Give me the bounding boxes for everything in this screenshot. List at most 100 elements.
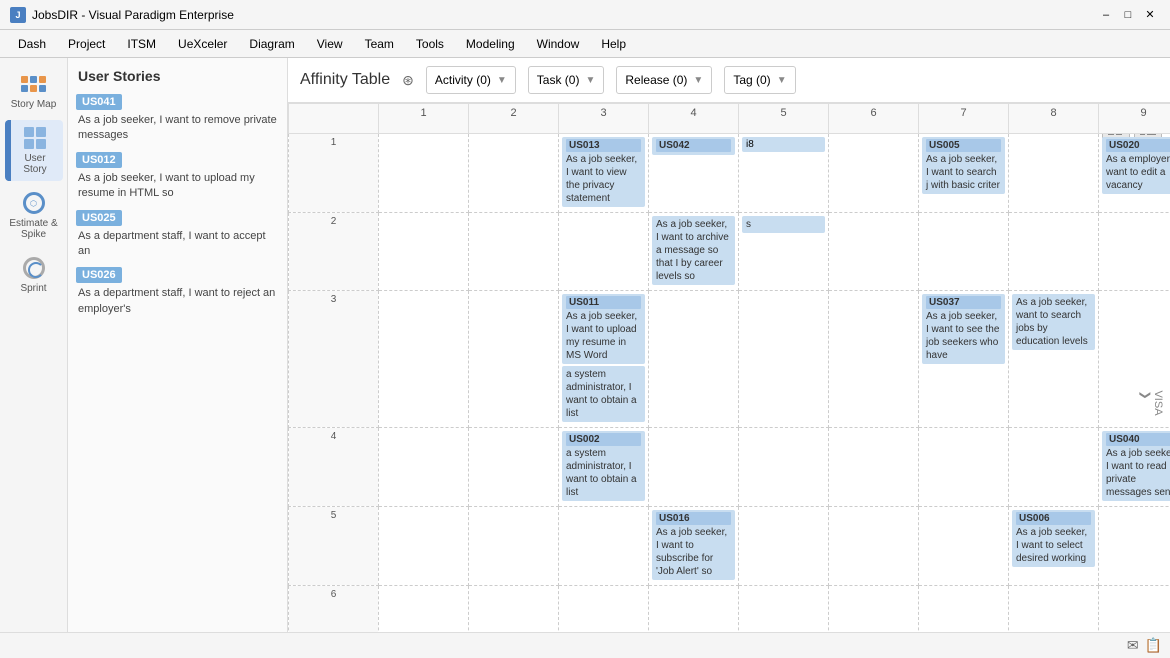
email-icon[interactable]: ✉ — [1127, 637, 1139, 654]
menu-item-project[interactable]: Project — [58, 34, 115, 54]
cell-2-5[interactable]: s — [739, 213, 829, 291]
menu-item-window[interactable]: Window — [527, 34, 590, 54]
card-r2c4[interactable]: As a job seeker, I want to archive a mes… — [652, 216, 735, 285]
cell-5-2[interactable] — [469, 507, 559, 586]
cell-2-8[interactable] — [1009, 213, 1099, 291]
story-card-us012[interactable]: US012 As a job seeker, I want to upload … — [76, 152, 279, 202]
cell-2-1[interactable] — [379, 213, 469, 291]
cell-5-5[interactable] — [739, 507, 829, 586]
card-us042[interactable]: US042 — [652, 137, 735, 155]
card-us016[interactable]: US016 As a job seeker, I want to subscri… — [652, 510, 735, 580]
cell-1-8[interactable] — [1009, 134, 1099, 213]
menu-item-diagram[interactable]: Diagram — [239, 34, 304, 54]
menu-item-dash[interactable]: Dash — [8, 34, 56, 54]
cell-3-7[interactable]: US037 As a job seeker, I want to see the… — [919, 291, 1009, 428]
card-edu[interactable]: As a job seeker, want to search jobs by … — [1012, 294, 1095, 350]
sidebar-item-estimate-spike[interactable]: ⬡ Estimate & Spike — [5, 185, 63, 246]
cell-5-7[interactable] — [919, 507, 1009, 586]
cell-4-4[interactable] — [649, 428, 739, 507]
cell-5-3[interactable] — [559, 507, 649, 586]
cell-4-5[interactable] — [739, 428, 829, 507]
cell-1-7[interactable]: US005 As a job seeker, I want to search … — [919, 134, 1009, 213]
card-us006[interactable]: US006 As a job seeker, I want to select … — [1012, 510, 1095, 567]
cell-3-8[interactable]: As a job seeker, want to search jobs by … — [1009, 291, 1099, 428]
cell-1-9[interactable]: US020 As a employer, I want to edit a va… — [1099, 134, 1170, 213]
filter-icon[interactable]: ⊛ — [402, 72, 414, 89]
card-s[interactable]: s — [742, 216, 825, 233]
document-icon[interactable]: 📋 — [1145, 637, 1162, 654]
cell-5-8[interactable]: US006 As a job seeker, I want to select … — [1009, 507, 1099, 586]
cell-4-2[interactable] — [469, 428, 559, 507]
cell-5-6[interactable] — [829, 507, 919, 586]
cell-1-6[interactable] — [829, 134, 919, 213]
story-card-us025[interactable]: US025 As a department staff, I want to a… — [76, 210, 279, 260]
scroll-hint-right[interactable]: VISA❯ — [1137, 388, 1166, 417]
menu-item-team[interactable]: Team — [355, 34, 404, 54]
card-us011[interactable]: US011 As a job seeker, I want to upload … — [562, 294, 645, 364]
card-text-us016: As a job seeker, I want to subscribe for… — [656, 527, 727, 577]
cell-2-7[interactable] — [919, 213, 1009, 291]
release-filter-button[interactable]: Release (0) ▼ — [616, 66, 712, 94]
card-us002[interactable]: US002 a system administrator, I want to … — [562, 431, 645, 501]
cell-3-3[interactable]: US011 As a job seeker, I want to upload … — [559, 291, 649, 428]
menu-item-view[interactable]: View — [307, 34, 353, 54]
cell-3-6[interactable] — [829, 291, 919, 428]
cell-5-9[interactable] — [1099, 507, 1170, 586]
cell-2-4[interactable]: As a job seeker, I want to archive a mes… — [649, 213, 739, 291]
card-us040[interactable]: US040 As a job seeker, I want to read pr… — [1102, 431, 1170, 501]
cell-5-4[interactable]: US016 As a job seeker, I want to subscri… — [649, 507, 739, 586]
affinity-body[interactable]: 1 2 3 4 5 6 7 8 9 10 1 — [288, 103, 1170, 658]
sidebar-item-sprint[interactable]: Sprint — [5, 250, 63, 300]
card-us020[interactable]: US020 As a employer, I want to edit a va… — [1102, 137, 1170, 194]
tag-dropdown-arrow: ▼ — [777, 75, 787, 86]
affinity-table: 1 2 3 4 5 6 7 8 9 10 1 — [288, 103, 1170, 658]
card-i8[interactable]: i8 — [742, 137, 825, 152]
cell-4-1[interactable] — [379, 428, 469, 507]
cell-4-7[interactable] — [919, 428, 1009, 507]
card-us037[interactable]: US037 As a job seeker, I want to see the… — [922, 294, 1005, 364]
table-row: 1 US013 As a job seeker, I want to view … — [289, 134, 1170, 213]
cell-1-1[interactable] — [379, 134, 469, 213]
card-sysadmin-3[interactable]: a system administrator, I want to obtain… — [562, 366, 645, 422]
menu-item-itsm[interactable]: ITSM — [117, 34, 166, 54]
cell-3-1[interactable] — [379, 291, 469, 428]
sidebar-label-sprint: Sprint — [20, 283, 46, 294]
cell-2-6[interactable] — [829, 213, 919, 291]
cell-1-5[interactable]: i8 — [739, 134, 829, 213]
cell-2-3[interactable] — [559, 213, 649, 291]
cell-3-2[interactable] — [469, 291, 559, 428]
row-header-2: 2 — [289, 213, 379, 291]
cell-1-4[interactable]: US042 — [649, 134, 739, 213]
minimize-button[interactable]: – — [1096, 5, 1116, 25]
menu-item-tools[interactable]: Tools — [406, 34, 454, 54]
card-us013[interactable]: US013 As a job seeker, I want to view th… — [562, 137, 645, 207]
tag-filter-button[interactable]: Tag (0) ▼ — [724, 66, 795, 94]
cell-4-3[interactable]: US002 a system administrator, I want to … — [559, 428, 649, 507]
cell-1-2[interactable] — [469, 134, 559, 213]
affinity-header: Affinity Table ⊛ Activity (0) ▼ Task (0)… — [288, 58, 1170, 103]
story-card-us026[interactable]: US026 As a department staff, I want to r… — [76, 267, 279, 317]
cell-4-9[interactable]: US040 As a job seeker, I want to read pr… — [1099, 428, 1170, 507]
cell-2-2[interactable] — [469, 213, 559, 291]
cell-5-1[interactable] — [379, 507, 469, 586]
cell-3-5[interactable] — [739, 291, 829, 428]
maximize-button[interactable]: □ — [1118, 5, 1138, 25]
card-us005[interactable]: US005 As a job seeker, I want to search … — [922, 137, 1005, 194]
cell-4-6[interactable] — [829, 428, 919, 507]
menu-item-help[interactable]: Help — [591, 34, 636, 54]
story-text-us041: As a job seeker, I want to remove privat… — [76, 113, 279, 144]
menu-item-uexceler[interactable]: UeXceler — [168, 34, 237, 54]
sidebar-item-story-map[interactable]: Story Map — [5, 66, 63, 116]
close-button[interactable]: ✕ — [1140, 5, 1160, 25]
table-row: 4 US002 a system administrator, I want t… — [289, 428, 1170, 507]
menu-item-modeling[interactable]: Modeling — [456, 34, 525, 54]
cell-3-4[interactable] — [649, 291, 739, 428]
cell-4-8[interactable] — [1009, 428, 1099, 507]
story-card-us041[interactable]: US041 As a job seeker, I want to remove … — [76, 94, 279, 144]
cell-1-3[interactable]: US013 As a job seeker, I want to view th… — [559, 134, 649, 213]
task-filter-button[interactable]: Task (0) ▼ — [528, 66, 605, 94]
cell-2-9[interactable] — [1099, 213, 1170, 291]
activity-filter-button[interactable]: Activity (0) ▼ — [426, 66, 516, 94]
sidebar-item-user-story[interactable]: User Story — [5, 120, 63, 181]
sidebar-label-user-story: User Story — [12, 153, 59, 175]
